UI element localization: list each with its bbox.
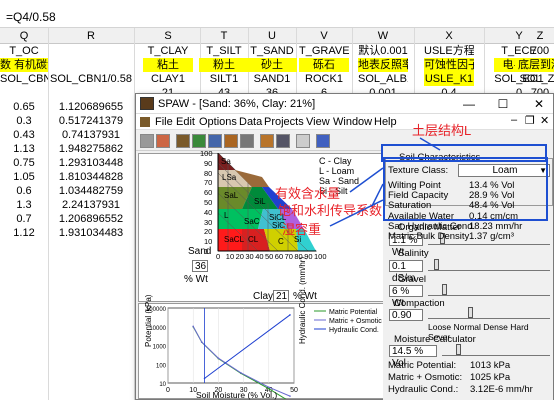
annotation-arrows xyxy=(329,137,441,227)
stage: { "formula_bar": {"content": "=Q4/0.58"}… xyxy=(0,0,554,400)
